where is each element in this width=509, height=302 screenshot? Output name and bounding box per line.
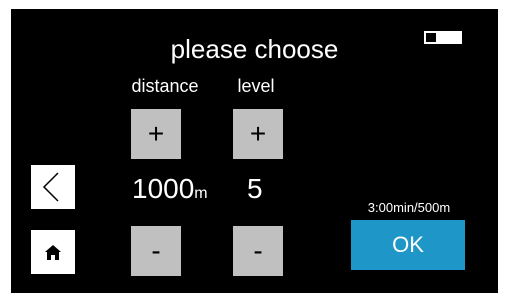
- distance-label: distance: [131, 76, 199, 96]
- chevron-left-icon: [42, 172, 59, 202]
- back-button[interactable]: [31, 165, 75, 209]
- level-label: level: [237, 76, 275, 96]
- device-screen: please choose distance + 1000m - level +…: [11, 9, 498, 293]
- distance-unit: m: [194, 185, 208, 202]
- home-button[interactable]: [31, 230, 75, 274]
- home-icon: [45, 245, 61, 260]
- distance-value: 1000m: [132, 172, 208, 211]
- level-plus-button[interactable]: +: [233, 109, 283, 159]
- battery-icon: [424, 31, 462, 44]
- distance-number: 1000: [132, 173, 195, 204]
- ok-button[interactable]: OK: [351, 220, 465, 270]
- distance-minus-button[interactable]: -: [131, 226, 181, 276]
- level-minus-button[interactable]: -: [233, 226, 283, 276]
- level-value: 5: [247, 173, 263, 204]
- pace-readout: 3:00min/500m: [367, 200, 451, 215]
- battery-empty-segment: [426, 33, 436, 42]
- distance-plus-button[interactable]: +: [131, 109, 181, 159]
